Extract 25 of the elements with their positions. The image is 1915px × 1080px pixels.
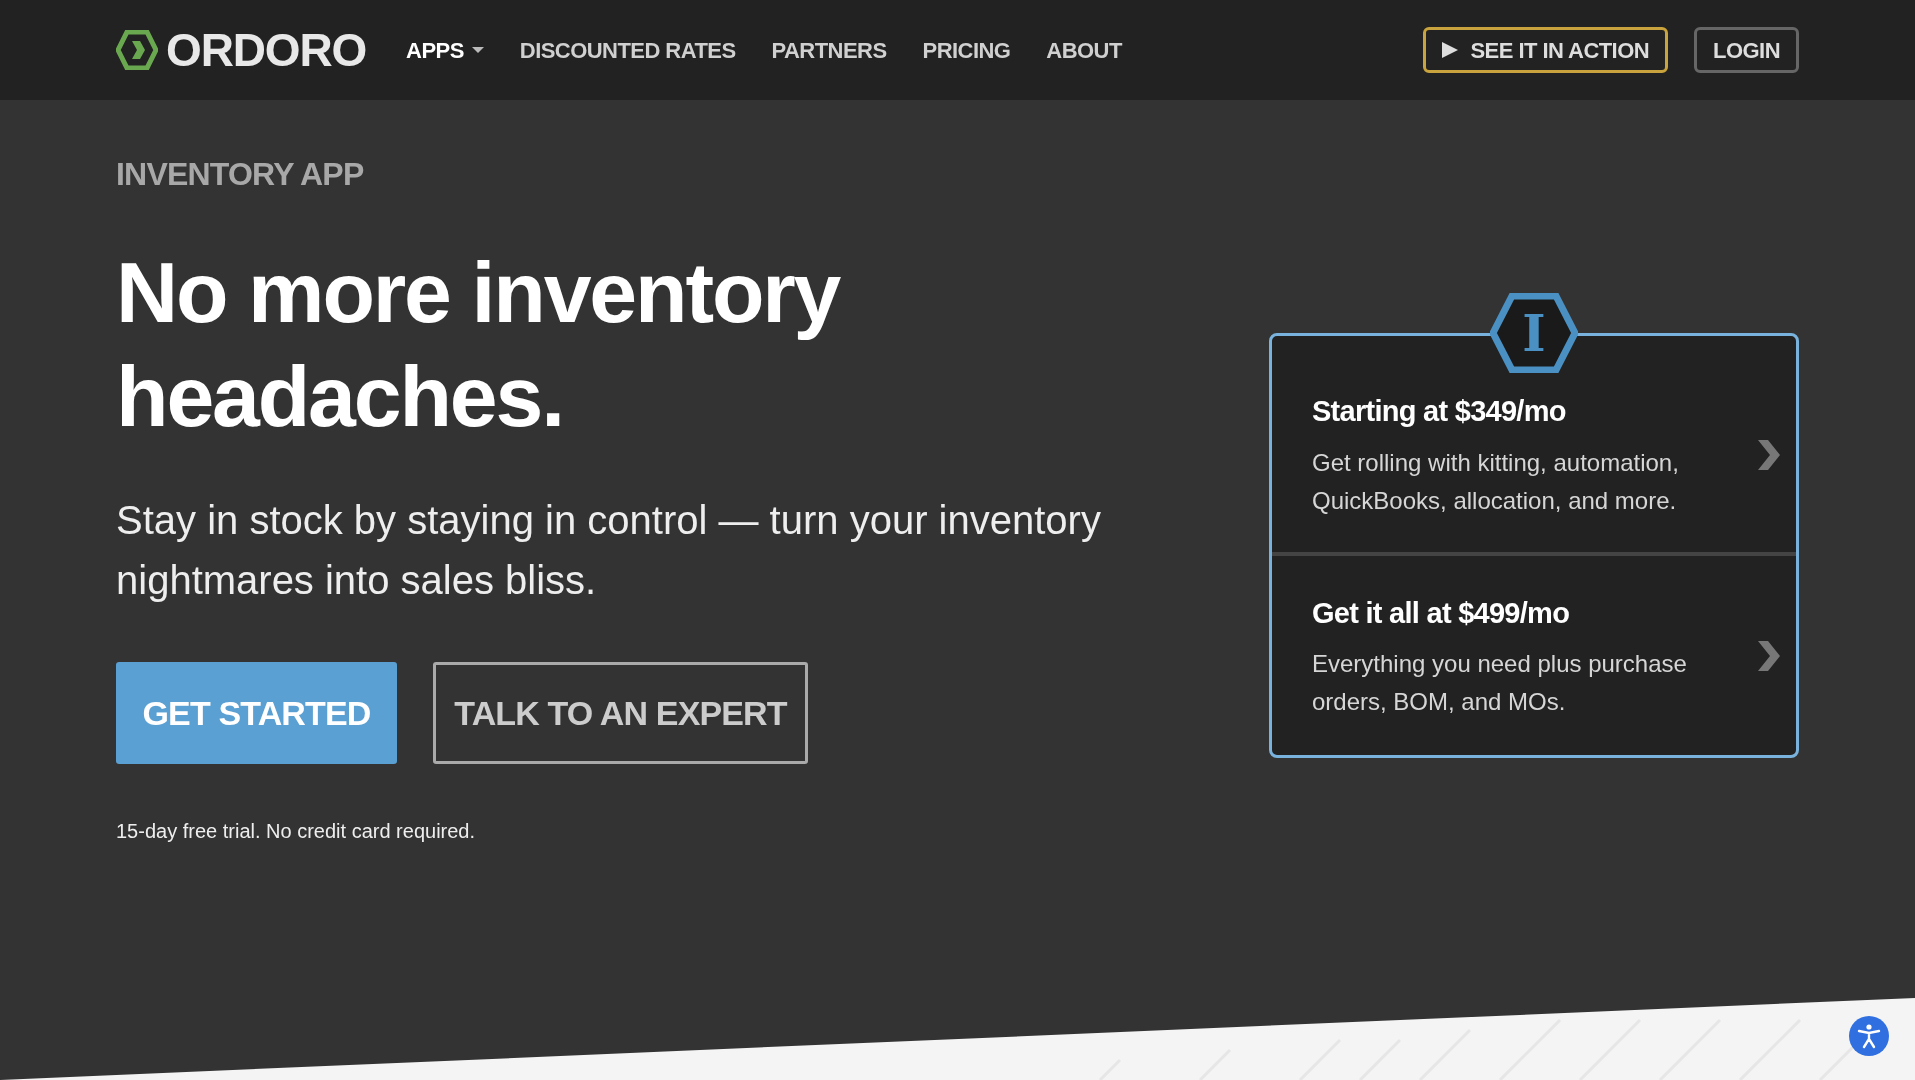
caret-icon	[471, 46, 484, 54]
plan-description: Everything you need plus purchase orders, BOM, and MOs.	[1312, 649, 1688, 717]
nav-link[interactable]: PARTNERS	[771, 33, 887, 67]
hero-heading: No more inventory headaches.	[116, 243, 842, 446]
plan-option[interactable]: Get it all at $499/mo Everything you need plus purchase orders, BOM, and MOs.	[1272, 555, 1796, 755]
plan-description: Get rolling with kitting, automation, QuickBooks, allocation, and more.	[1312, 447, 1680, 516]
logo-wordmark[interactable]: ORDORO	[166, 15, 367, 85]
trial-note: 15-day free trial. No credit card required.	[116, 819, 477, 844]
nav-link[interactable]: DISCOUNTED RATES	[519, 33, 736, 67]
nav-link[interactable]: APPS	[406, 33, 484, 67]
chevron-icon	[1758, 641, 1780, 672]
inventory-badge: I	[1490, 293, 1578, 373]
plan-title: Get it all at $499/mo	[1312, 595, 1571, 631]
accessibility-icon	[1857, 1023, 1881, 1049]
see-in-action-button[interactable]: SEE IT IN ACTION	[1423, 27, 1669, 73]
login-button[interactable]: LOGIN	[1694, 27, 1799, 73]
eyebrow-label: INVENTORY APP	[116, 155, 365, 194]
nav-link[interactable]: PRICING	[922, 33, 1011, 67]
talk-to-expert-button[interactable]: TALK TO AN EXPERT	[433, 662, 808, 764]
hero-subtitle: Stay in stock by staying in control — turn your inventory nightmares into sales bliss.	[116, 497, 1102, 604]
plan-title: Starting at $349/mo	[1312, 394, 1567, 429]
chevron-icon	[1758, 439, 1780, 470]
nav-link[interactable]: ABOUT	[1046, 33, 1122, 67]
play-icon	[1442, 42, 1459, 58]
logo-icon	[116, 30, 158, 70]
